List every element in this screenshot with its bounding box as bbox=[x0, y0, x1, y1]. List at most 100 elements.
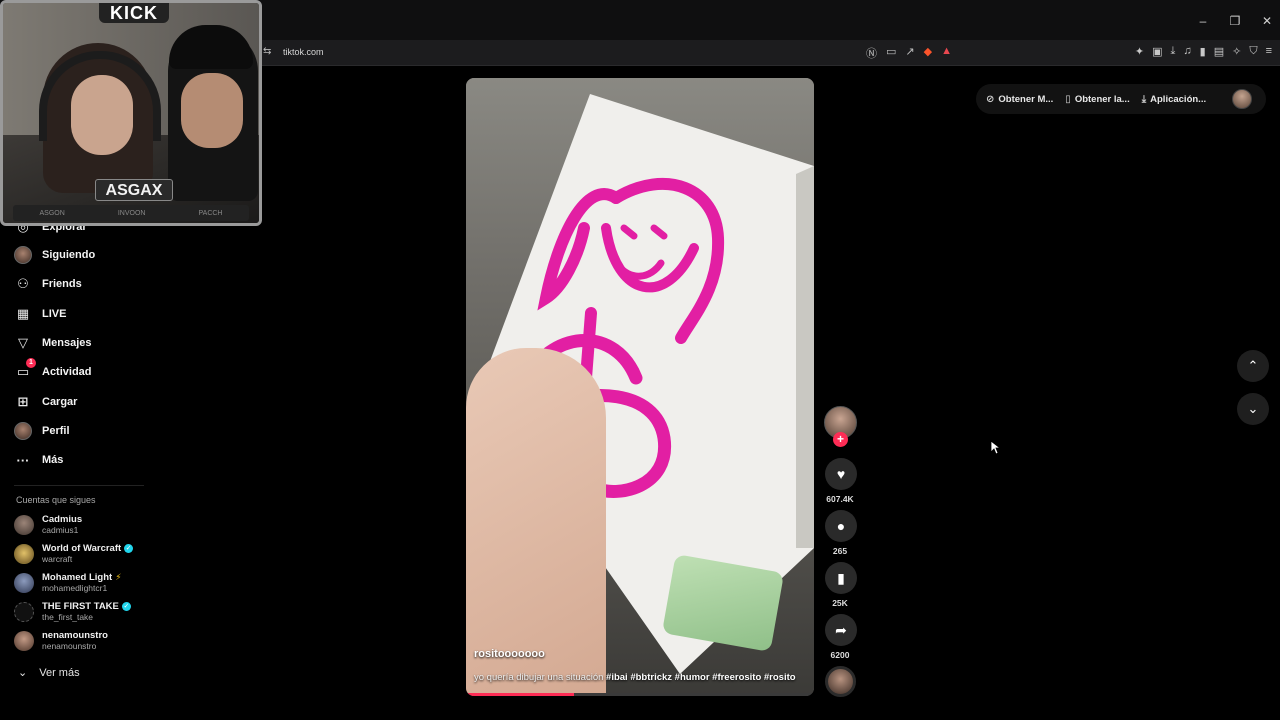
bookmark-icon: ▮ bbox=[837, 569, 845, 586]
sidebar-item-perfil[interactable]: Perfil bbox=[14, 420, 70, 442]
download-icon[interactable]: ⤓ bbox=[1171, 45, 1176, 58]
following-account[interactable]: THE FIRST TAKE ✓ the_first_take bbox=[14, 601, 131, 622]
extension-toolbar: ✦ ▣ ⤓ ♫ ▮ ▤ ✧ ⛉ ≡ bbox=[1135, 45, 1272, 58]
ai-icon[interactable]: ✧ bbox=[1232, 45, 1241, 58]
overlay-social-bar: ASGON INVOON PACCH bbox=[13, 205, 249, 221]
account-name: THE FIRST TAKE bbox=[42, 601, 119, 612]
live-icon: ▦ bbox=[16, 306, 30, 321]
sidebar-item-label: Cargar bbox=[42, 396, 78, 408]
save-button[interactable]: ▮ bbox=[825, 562, 857, 594]
following-section-title: Cuentas que sigues bbox=[16, 495, 96, 505]
overlay-label: ASGON bbox=[39, 209, 65, 217]
account-handle: the_first_take bbox=[42, 612, 94, 622]
sidebar-item-label: Más bbox=[42, 454, 64, 466]
sidebar-item-live[interactable]: ▦ LIVE bbox=[14, 303, 67, 325]
sidebar-item-label: Actividad bbox=[42, 366, 92, 378]
previous-video-button[interactable]: ⌃ bbox=[1237, 350, 1269, 382]
like-button[interactable]: ♥ bbox=[825, 458, 857, 490]
site-settings-icon[interactable]: ⇆ bbox=[263, 46, 271, 57]
music-disc[interactable] bbox=[825, 666, 856, 697]
desktop-app-button[interactable]: ⤓ Aplicación... bbox=[1142, 94, 1206, 105]
avatar bbox=[14, 572, 34, 593]
video-progress-bar[interactable] bbox=[466, 693, 814, 696]
avatar bbox=[14, 630, 34, 651]
caption-hashtags[interactable]: #ibai #bbtrickz #humor #freerosito #rosi… bbox=[606, 672, 796, 683]
extensions-icon[interactable]: ✦ bbox=[1135, 45, 1144, 58]
verified-icon: ✓ bbox=[124, 544, 134, 553]
following-account[interactable]: Cadmius cadmius1 bbox=[14, 514, 82, 535]
brave-shields-icon[interactable]: ◆ bbox=[924, 45, 932, 61]
account-handle: mohamedlightcr1 bbox=[42, 583, 108, 593]
send-icon: ▽ bbox=[18, 335, 28, 350]
streamer-name: ASGAX bbox=[95, 179, 173, 201]
sidebar-item-label: Perfil bbox=[42, 425, 70, 437]
sidebar-item-friends[interactable]: ⚇ Friends bbox=[14, 273, 82, 295]
following-account[interactable]: Mohamed Light ⚡ mohamedlightcr1 bbox=[14, 572, 122, 593]
sidebar-item-cargar[interactable]: ⊞ Cargar bbox=[14, 391, 78, 413]
get-app-button[interactable]: ▯ Obtener la... bbox=[1065, 94, 1129, 105]
wallet-icon[interactable]: ▤ bbox=[1214, 45, 1224, 58]
account-name: nenamounstro bbox=[42, 630, 108, 641]
comment-button[interactable]: ● bbox=[825, 510, 857, 542]
sidebar-item-label: Friends bbox=[42, 278, 82, 290]
save-count: 25K bbox=[832, 598, 848, 608]
close-icon[interactable]: ✕ bbox=[1260, 14, 1274, 28]
see-more-button[interactable]: ⌄ Ver más bbox=[18, 666, 80, 680]
next-video-button[interactable]: ⌄ bbox=[1237, 393, 1269, 425]
chevron-up-icon: ⌃ bbox=[1247, 358, 1259, 373]
follow-plus-icon[interactable]: + bbox=[833, 432, 848, 447]
translate-icon[interactable]: Ⓝ bbox=[866, 45, 877, 61]
address-actions: Ⓝ ▭ ↗ ◆ ▲ bbox=[866, 45, 952, 61]
comment-icon: ● bbox=[836, 518, 846, 534]
music-icon[interactable]: ♫ bbox=[1183, 45, 1191, 58]
hand-in-scene bbox=[466, 348, 606, 696]
sidebar-toggle-icon[interactable]: ▮ bbox=[1200, 45, 1206, 58]
sidebar-item-actividad[interactable]: ▭ 1 Actividad bbox=[14, 358, 92, 383]
video-author[interactable]: rositooooooo bbox=[474, 648, 545, 660]
avatar bbox=[14, 514, 34, 535]
menu-icon[interactable]: ≡ bbox=[1266, 45, 1272, 58]
chevron-down-icon: ⌄ bbox=[18, 667, 28, 679]
account-handle: nenamounstro bbox=[42, 641, 97, 651]
share-icon[interactable]: ↗ bbox=[905, 45, 914, 61]
avatar bbox=[14, 601, 34, 622]
sidebar-item-label: Siguiendo bbox=[42, 249, 96, 261]
like-count: 607.4K bbox=[826, 494, 854, 504]
get-coins-button[interactable]: ⊘ Obtener M... bbox=[986, 94, 1053, 105]
notification-badge: 1 bbox=[26, 358, 36, 368]
restore-icon[interactable]: ❐ bbox=[1228, 14, 1242, 28]
more-icon: ··· bbox=[16, 452, 30, 468]
minimize-icon[interactable]: – bbox=[1196, 14, 1210, 28]
sidebar-item-mensajes[interactable]: ▽ Mensajes bbox=[14, 332, 92, 354]
cast-icon[interactable]: ▭ bbox=[886, 45, 896, 61]
account-name: World of Warcraft bbox=[42, 543, 122, 554]
screenshot-icon[interactable]: ▣ bbox=[1152, 45, 1162, 58]
sidebar-item-siguiendo[interactable]: Siguiendo bbox=[14, 244, 95, 266]
caption-text: yo quería dibujar una situación bbox=[474, 672, 604, 683]
mouse-cursor-icon bbox=[990, 440, 1000, 455]
upload-icon: ⊞ bbox=[17, 394, 29, 409]
sidebar-item-mas[interactable]: ··· Más bbox=[14, 449, 64, 471]
avatar bbox=[14, 543, 34, 564]
overlay-label: INVOON bbox=[117, 209, 146, 217]
phone-icon: ▯ bbox=[1065, 93, 1071, 105]
share-button[interactable]: ➦ bbox=[825, 614, 857, 646]
see-more-label: Ver más bbox=[39, 666, 80, 679]
user-avatar[interactable] bbox=[1232, 89, 1252, 109]
vpn-icon[interactable]: ⛉ bbox=[1249, 45, 1257, 58]
following-account[interactable]: nenamounstro nenamounstro bbox=[14, 630, 108, 651]
coin-icon: ⊘ bbox=[986, 93, 995, 105]
tiktok-topbar: ⊘ Obtener M... ▯ Obtener la... ⤓ Aplicación… bbox=[976, 84, 1266, 114]
profile-avatar bbox=[14, 422, 32, 440]
rewards-icon[interactable]: ▲ bbox=[941, 45, 952, 61]
verified-icon: ✓ bbox=[121, 602, 131, 611]
sidebar-divider bbox=[14, 485, 144, 486]
url-field[interactable]: tiktok.com bbox=[283, 47, 324, 57]
share-arrow-icon: ➦ bbox=[835, 621, 847, 638]
video-player[interactable]: rositooooooo yo quería dibujar una situa… bbox=[466, 78, 814, 696]
account-name: Mohamed Light bbox=[42, 572, 113, 583]
video-caption: yo quería dibujar una situación #ibai #b… bbox=[474, 672, 810, 683]
bolt-icon: ⚡ bbox=[115, 572, 122, 582]
following-account[interactable]: World of Warcraft ✓ warcraft bbox=[14, 543, 134, 564]
account-name: Cadmius bbox=[42, 514, 83, 525]
